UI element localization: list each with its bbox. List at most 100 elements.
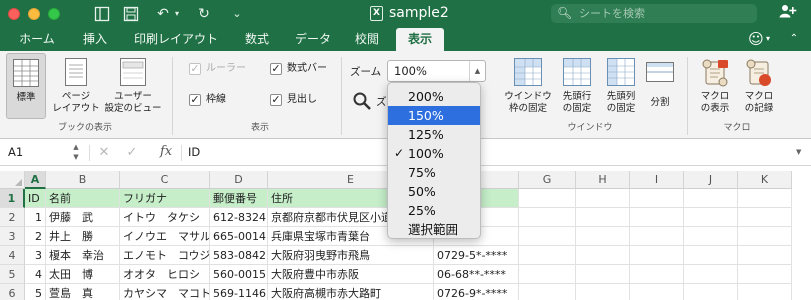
row-header[interactable]: 5: [0, 265, 25, 284]
table-cell[interactable]: [684, 284, 738, 300]
table-cell[interactable]: 569-1146: [210, 284, 268, 300]
table-cell[interactable]: [684, 189, 738, 208]
record-macro-button[interactable]: マクロ の記録: [737, 53, 781, 119]
table-cell[interactable]: [684, 265, 738, 284]
table-cell[interactable]: 5: [25, 284, 46, 300]
headings-checkbox[interactable]: ✓: [270, 94, 282, 106]
zoom-option[interactable]: 50%: [388, 182, 480, 201]
undo-dropdown-icon[interactable]: ▾: [172, 4, 182, 24]
table-cell[interactable]: [630, 189, 684, 208]
table-cell[interactable]: [630, 227, 684, 246]
zoom-option[interactable]: 150%: [388, 106, 480, 125]
insert-function-icon[interactable]: fx: [160, 142, 178, 161]
zoom-option[interactable]: 75%: [388, 163, 480, 182]
gridlines-checkbox[interactable]: ✓: [189, 94, 201, 106]
split-button[interactable]: 分割: [640, 53, 680, 119]
minimize-window-button[interactable]: [28, 8, 40, 20]
freeze-first-column-button[interactable]: 先頭列 の固定: [600, 53, 642, 119]
customize-toolbar-icon[interactable]: ⌄: [230, 4, 244, 24]
tab-insert[interactable]: 挿入: [74, 27, 116, 51]
column-header[interactable]: G: [519, 171, 576, 189]
table-cell[interactable]: 大阪府羽曳野市飛鳥: [268, 246, 434, 265]
column-header[interactable]: C: [120, 171, 210, 189]
table-cell[interactable]: [519, 227, 576, 246]
table-cell[interactable]: 560-0015: [210, 265, 268, 284]
chevron-down-icon[interactable]: ▾: [766, 29, 776, 49]
table-cell[interactable]: [519, 265, 576, 284]
table-cell[interactable]: [738, 189, 792, 208]
table-cell[interactable]: 612-8324: [210, 208, 268, 227]
table-cell[interactable]: 4: [25, 265, 46, 284]
view-macros-button[interactable]: マクロ の表示: [693, 53, 737, 119]
table-cell[interactable]: 井上 勝: [46, 227, 120, 246]
zoom-option[interactable]: ✓ 100%: [388, 144, 480, 163]
table-cell[interactable]: [519, 246, 576, 265]
table-cell[interactable]: 萱島 真: [46, 284, 120, 300]
tab-data[interactable]: データ: [286, 27, 340, 51]
zoom-option[interactable]: 選択範囲: [388, 220, 480, 239]
table-cell[interactable]: [738, 208, 792, 227]
magnifier-icon[interactable]: [352, 91, 374, 113]
feedback-smiley-icon[interactable]: ☺: [746, 29, 766, 49]
close-window-button[interactable]: [8, 8, 20, 20]
zoom-option[interactable]: 200%: [388, 87, 480, 106]
table-cell[interactable]: [738, 246, 792, 265]
freeze-panes-button[interactable]: ウインドウ 枠の固定: [500, 53, 556, 119]
table-cell[interactable]: 665-0014: [210, 227, 268, 246]
column-header[interactable]: A: [25, 171, 46, 189]
table-cell[interactable]: 郵便番号: [210, 189, 268, 208]
select-all-corner[interactable]: [0, 171, 25, 189]
table-cell[interactable]: 名前: [46, 189, 120, 208]
table-cell[interactable]: [576, 227, 630, 246]
table-cell[interactable]: イノウエ マサル: [120, 227, 210, 246]
table-cell[interactable]: [684, 227, 738, 246]
table-cell[interactable]: [630, 265, 684, 284]
table-cell[interactable]: [519, 189, 576, 208]
table-cell[interactable]: [738, 284, 792, 300]
table-cell[interactable]: カヤシマ マコト: [120, 284, 210, 300]
name-box-stepper-icon[interactable]: ▲ ▼: [70, 142, 82, 163]
table-cell[interactable]: [576, 189, 630, 208]
table-cell[interactable]: 1: [25, 208, 46, 227]
column-header[interactable]: K: [738, 171, 792, 189]
table-cell[interactable]: 大阪府高槻市赤大路町: [268, 284, 434, 300]
zoom-select[interactable]: 100% ▲: [387, 60, 486, 82]
table-cell[interactable]: [576, 246, 630, 265]
add-user-icon[interactable]: [777, 4, 799, 23]
table-cell[interactable]: 0729-5*-****: [434, 246, 519, 265]
zoom-option[interactable]: 25%: [388, 201, 480, 220]
table-cell[interactable]: 0726-9*-****: [434, 284, 519, 300]
table-cell[interactable]: [630, 208, 684, 227]
column-header[interactable]: B: [46, 171, 120, 189]
chevron-down-icon[interactable]: ▲: [469, 61, 485, 81]
table-cell[interactable]: フリガナ: [120, 189, 210, 208]
tab-formulas[interactable]: 数式: [236, 27, 278, 51]
table-cell[interactable]: 大阪府豊中市赤阪: [268, 265, 434, 284]
table-cell[interactable]: 榎本 幸治: [46, 246, 120, 265]
table-cell[interactable]: イトウ タケシ: [120, 208, 210, 227]
row-header[interactable]: 1: [0, 189, 25, 208]
column-header[interactable]: J: [684, 171, 738, 189]
table-cell[interactable]: 2: [25, 227, 46, 246]
tab-page-layout[interactable]: 印刷レイアウト: [124, 27, 228, 51]
page-layout-view-button[interactable]: ページ レイアウト: [52, 53, 100, 119]
table-cell[interactable]: [576, 208, 630, 227]
normal-view-button[interactable]: 標準: [6, 53, 46, 119]
tab-home[interactable]: ホーム: [12, 27, 62, 51]
zoom-option[interactable]: 125%: [388, 125, 480, 144]
ruler-checkbox[interactable]: ✓: [189, 63, 201, 75]
table-cell[interactable]: [630, 284, 684, 300]
table-cell[interactable]: [519, 284, 576, 300]
table-cell[interactable]: エノモト コウジ: [120, 246, 210, 265]
cancel-entry-icon[interactable]: ✕: [96, 143, 112, 162]
collapse-ribbon-icon[interactable]: ⌃: [786, 29, 802, 49]
sheet-search-box[interactable]: 🔍︎ シートを検索: [551, 4, 757, 23]
table-cell[interactable]: [576, 284, 630, 300]
column-header[interactable]: D: [210, 171, 268, 189]
table-cell[interactable]: [738, 265, 792, 284]
sidebar-toggle-icon[interactable]: [92, 4, 112, 24]
table-cell[interactable]: 伊藤 武: [46, 208, 120, 227]
table-cell[interactable]: [738, 227, 792, 246]
zoom-window-button[interactable]: [48, 8, 60, 20]
chevron-down-icon[interactable]: ▼: [796, 143, 808, 162]
